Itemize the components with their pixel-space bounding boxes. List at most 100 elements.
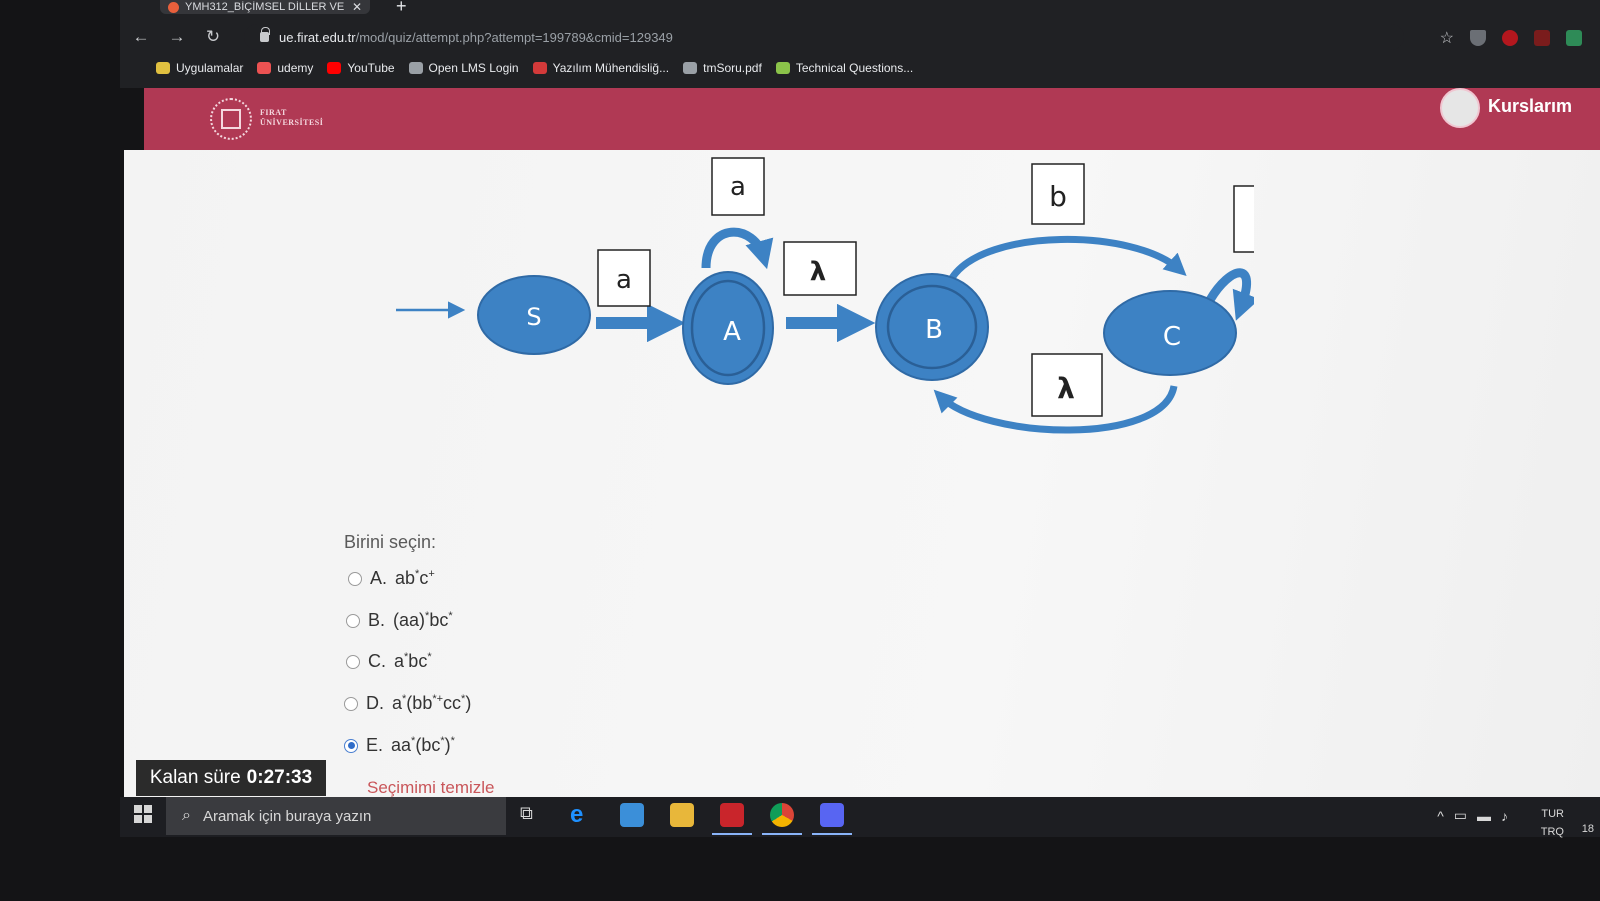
url-host: ue.firat.edu.tr [279,29,356,45]
label-c-b: λ [1057,372,1075,405]
option-b-radio[interactable] [346,613,360,628]
bookmark-favicon-icon [327,62,342,74]
ublock-extension-icon[interactable] [1502,30,1518,46]
label-box-b-c: b [1031,163,1085,225]
taskbar-search[interactable]: ⌕ Aramak için buraya yazın [166,797,506,835]
option-b-text: (aa)*bc* [393,610,453,630]
lang-top: TUR [1541,808,1564,820]
label-box-c-loop: c [1233,185,1254,253]
tab-title: YMH312_BİÇİMSEL DİLLER VE O [185,1,346,13]
lang-bottom: TRQ [1540,826,1564,838]
network-icon[interactable]: ▭ [1454,807,1467,824]
close-tab-icon[interactable]: ✕ [352,0,362,14]
label-box-a-loop: a [711,157,765,216]
bookmark-favicon-icon [683,62,698,74]
chrome-icon[interactable] [762,803,802,835]
bookmark-favicon-icon [257,62,272,74]
option-e[interactable]: E. aa*(bc*)* [344,735,455,756]
lock-icon [260,27,270,42]
bookmark-item[interactable]: Technical Questions... [775,61,913,75]
option-a-radio[interactable] [348,571,362,586]
forward-icon[interactable]: → [162,27,192,47]
browser-window: YMH312_BİÇİMSEL DİLLER VE O ✕ + ← → ↻ ue… [120,0,1600,88]
bookmark-item[interactable]: tmSoru.pdf [683,61,762,75]
new-tab-button[interactable]: + [396,0,407,17]
question-prompt: Birini seçin: [344,532,437,552]
input-language-indicator[interactable]: TUR TRQ [1541,805,1564,841]
my-courses-link[interactable]: Kurslarım [1488,96,1572,117]
system-tray: ^ ▭ ▬ ♪ [1437,807,1508,824]
shield-extension-icon[interactable] [1470,30,1486,46]
option-a-text: ab*c+ [395,568,435,588]
address-bar[interactable]: ue.firat.edu.tr/mod/quiz/attempt.php?att… [244,24,1404,50]
store-icon[interactable] [620,803,644,827]
automaton-diagram: S A B C a a λ b λ [396,157,1254,434]
user-avatar[interactable] [1440,88,1480,128]
timer-value: 0:27:33 [246,767,313,788]
university-logo-text[interactable]: FIRAT ÜNİVERSİTESİ [260,108,323,128]
bookmark-label: Open LMS Login [428,61,519,75]
volume-icon[interactable]: ♪ [1501,808,1508,824]
option-e-radio[interactable] [344,738,358,753]
option-d[interactable]: D. a*(bb*+cc*) [344,693,471,714]
file-explorer-icon[interactable] [670,803,694,827]
state-b: B [875,273,989,381]
moodle-favicon-icon [168,1,179,13]
label-b-c: b [1049,180,1067,213]
acrobat-icon[interactable] [712,803,752,835]
windows-start-icon[interactable] [134,805,152,823]
browser-toolbar: ← → ↻ ue.firat.edu.tr/mod/quiz/attempt.p… [120,22,1600,52]
bookmark-label: Yazılım Mühendisliğ... [552,61,670,75]
university-seal-icon[interactable] [210,98,252,140]
browser-tab[interactable]: YMH312_BİÇİMSEL DİLLER VE O ✕ [160,0,370,14]
bookmarks-bar: Uygulamalar udemy YouTube Open LMS Login Yaz… [156,56,913,80]
option-e-text: aa*(bc*)* [391,735,455,755]
state-c: C [1103,290,1237,376]
windows-taskbar: ⌕ Aramak için buraya yazın ⧉ e ^ ▭ ▬ ♪ T… [120,797,1600,838]
option-c-text: a*bc* [394,651,432,671]
reload-icon[interactable]: ↻ [198,27,228,47]
bookmark-item[interactable]: udemy [257,61,313,75]
option-b[interactable]: B. (aa)*bc* [346,610,453,631]
bookmark-label: Uygulamalar [176,61,244,75]
task-view-icon[interactable]: ⧉ [520,803,544,827]
bookmark-item[interactable]: Uygulamalar [156,61,243,75]
clock[interactable]: 18 [1582,823,1594,835]
bookmark-favicon-icon [408,62,423,74]
extension-area: ☆ [1440,28,1582,48]
state-s-label: S [526,303,541,331]
logo-line-2: ÜNİVERSİTESİ [260,118,324,127]
state-a-label: A [723,317,741,347]
option-c[interactable]: C. a*bc* [346,651,432,672]
label-a-loop: a [730,172,746,202]
discord-icon[interactable] [812,803,852,835]
label-box-s-a: a [597,249,651,307]
state-s: S [477,275,591,355]
green-extension-icon[interactable] [1566,30,1582,46]
option-a[interactable]: A. ab*c+ [348,568,435,589]
bookmark-star-icon[interactable]: ☆ [1440,28,1454,48]
back-icon[interactable]: ← [126,27,156,47]
taskbar-search-placeholder: Aramak için buraya yazın [202,807,372,825]
timer-label: Kalan süre [149,767,241,788]
state-b-label: B [925,315,943,345]
state-c-label: C [1163,322,1181,352]
edge-a-loop [701,227,774,270]
pdf-extension-icon[interactable] [1534,30,1550,46]
bookmark-label: YouTube [347,61,395,75]
bookmark-label: udemy [277,61,314,75]
option-a-letter: A. [370,568,388,588]
battery-icon[interactable]: ▬ [1477,808,1491,824]
option-d-text: a*(bb*+cc*) [392,693,472,713]
edge-icon[interactable]: e [570,803,594,827]
bookmark-item[interactable]: YouTube [327,61,395,75]
chevron-up-icon[interactable]: ^ [1437,808,1444,824]
site-header: FIRAT ÜNİVERSİTESİ Kurslarım [144,88,1600,150]
clear-selection-link[interactable]: Seçimimi temizle [367,778,495,797]
option-d-radio[interactable] [344,696,358,711]
bookmark-item[interactable]: Yazılım Mühendisliğ... [532,61,670,75]
bookmark-item[interactable]: Open LMS Login [408,61,519,75]
label-s-a: a [616,265,632,295]
bookmark-label: tmSoru.pdf [703,61,762,75]
option-c-radio[interactable] [346,654,360,669]
